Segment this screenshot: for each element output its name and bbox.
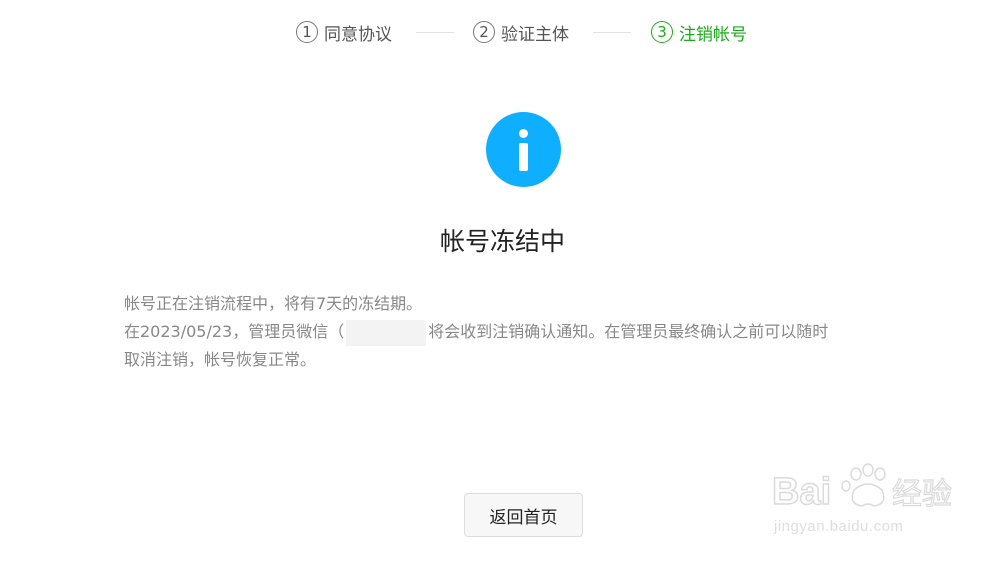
step-agree-terms: 1 同意协议 [296, 18, 392, 46]
step-label-verify-subject: 验证主体 [501, 24, 569, 45]
back-home-button[interactable]: 返回首页 [464, 493, 583, 537]
description-line-2: 在2023/05/23，管理员微信（ 将会收到注销确认通知。在管理员最终确认之前可… [124, 318, 914, 346]
step-number-1: 1 [296, 21, 318, 43]
step-label-cancel-account: 注销帐号 [679, 24, 747, 45]
status-title: 帐号冻结中 [439, 227, 565, 256]
description-line-1: 帐号正在注销流程中，将有7天的冻结期。 [124, 294, 423, 313]
step-number-2: 2 [473, 21, 495, 43]
status-description: 帐号正在注销流程中，将有7天的冻结期。 在2023/05/23，管理员微信（ 将会… [124, 290, 914, 374]
baidu-logo-icon: Bai 经验 [771, 463, 953, 514]
info-icon [486, 112, 561, 187]
description-line-3: 取消注销，帐号恢复正常。 [124, 350, 317, 369]
step-connector [593, 32, 631, 33]
baidu-jingyan-watermark: Bai 经验 jingyan.baidu.com [768, 460, 988, 552]
progress-steps: 1 同意协议 2 验证主体 3 注销帐号 [0, 14, 1005, 50]
svg-text:Bai: Bai [772, 471, 831, 513]
step-number-3: 3 [651, 21, 673, 43]
step-label-agree-terms: 同意协议 [324, 24, 392, 45]
masked-wechat-id [346, 319, 427, 346]
step-connector [416, 32, 454, 33]
account-cancellation-page: 1 同意协议 2 验证主体 3 注销帐号 帐号冻结中 帐号正在注销流程中，将有7… [0, 0, 1005, 568]
watermark-url: jingyan.baidu.com [774, 518, 904, 535]
step-cancel-account: 3 注销帐号 [651, 18, 747, 46]
svg-text:经验: 经验 [892, 477, 952, 512]
step-verify-subject: 2 验证主体 [473, 18, 569, 46]
